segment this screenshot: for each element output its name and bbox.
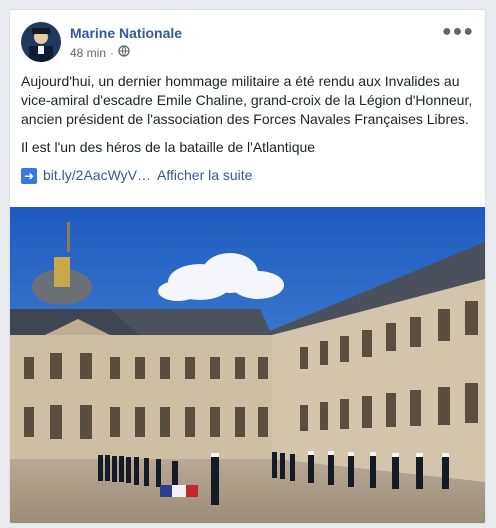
post-time[interactable]: 48 min: [70, 46, 106, 60]
post-meta: 48 min ·: [70, 45, 130, 60]
post-paragraph: Il est l'un des héros de la bataille de …: [21, 139, 316, 155]
link-line: ➜ bit.ly/2AacWyV… Afficher la suite: [21, 166, 473, 185]
dot-separator: ·: [110, 45, 115, 60]
more-options-icon[interactable]: ●●●: [442, 23, 474, 41]
post-header: Marine Nationale 48 min · ●●●: [21, 21, 474, 65]
right-arrow-icon: ➜: [21, 167, 37, 184]
see-more-link[interactable]: Afficher la suite: [157, 166, 252, 185]
post-photo[interactable]: [10, 207, 485, 523]
post-text: Aujourd'hui, un dernier hommage militair…: [21, 72, 473, 185]
globe-icon[interactable]: [118, 45, 130, 60]
post-paragraph: Aujourd'hui, un dernier hommage militair…: [21, 73, 473, 127]
post-link[interactable]: bit.ly/2AacWyV…: [43, 166, 151, 185]
post-card: Marine Nationale 48 min · ●●● Aujourd'hu…: [9, 9, 486, 524]
page-avatar[interactable]: [21, 22, 61, 62]
page-name-link[interactable]: Marine Nationale: [70, 25, 182, 41]
